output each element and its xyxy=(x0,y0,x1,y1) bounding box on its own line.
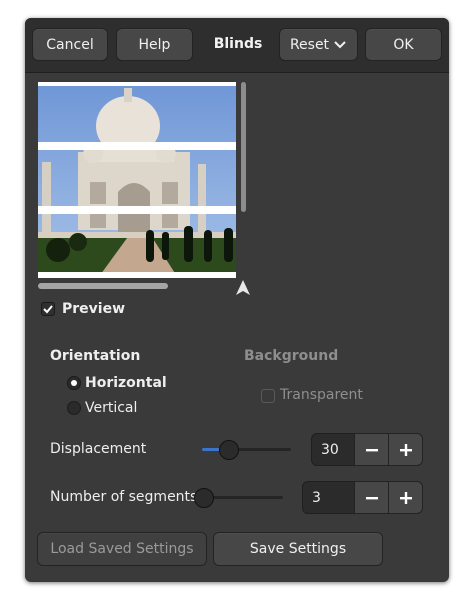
displacement-label: Displacement xyxy=(50,441,147,457)
vertical-label: Vertical xyxy=(85,400,138,416)
blinds-dialog: Cancel Help Blinds Reset OK Preview Orie… xyxy=(25,18,449,582)
displacement-input[interactable]: 30 xyxy=(311,433,355,466)
ok-button[interactable]: OK xyxy=(365,28,442,61)
dialog-header: Cancel Help Blinds Reset OK xyxy=(25,18,449,73)
minus-icon xyxy=(365,448,378,451)
reset-button[interactable]: Reset xyxy=(279,28,358,61)
segments-slider-knob[interactable] xyxy=(194,488,214,508)
help-button[interactable]: Help xyxy=(116,28,193,61)
segments-label: Number of segments xyxy=(50,489,198,505)
displacement-slider[interactable] xyxy=(202,448,291,451)
dialog-title: Blinds xyxy=(213,36,263,52)
plus-icon xyxy=(399,491,412,504)
preview-image[interactable] xyxy=(38,82,236,278)
preview-label: Preview xyxy=(62,301,126,317)
preview-vertical-scrollbar[interactable] xyxy=(241,82,246,212)
checkmark-icon xyxy=(43,305,53,314)
background-heading: Background xyxy=(244,348,339,364)
transparent-checkbox[interactable] xyxy=(261,389,275,403)
vertical-radio[interactable] xyxy=(67,401,81,415)
cancel-button[interactable]: Cancel xyxy=(32,28,108,61)
segments-increment-button[interactable] xyxy=(388,481,423,514)
plus-icon xyxy=(399,443,412,456)
navigate-icon[interactable] xyxy=(234,279,252,297)
transparent-label: Transparent xyxy=(280,387,363,403)
reset-label: Reset xyxy=(289,36,330,53)
segments-decrement-button[interactable] xyxy=(354,481,389,514)
chevron-down-icon xyxy=(334,40,346,48)
horizontal-radio[interactable] xyxy=(67,376,81,390)
segments-input[interactable]: 3 xyxy=(302,481,355,514)
displacement-decrement-button[interactable] xyxy=(354,433,389,466)
preview-horizontal-scrollbar[interactable] xyxy=(38,283,168,289)
minus-icon xyxy=(365,496,378,499)
displacement-increment-button[interactable] xyxy=(388,433,423,466)
load-saved-settings-button[interactable]: Load Saved Settings xyxy=(37,532,207,566)
displacement-slider-knob[interactable] xyxy=(218,440,239,460)
orientation-heading: Orientation xyxy=(50,348,141,364)
horizontal-label: Horizontal xyxy=(85,375,167,391)
taj-mahal-preview-image xyxy=(38,82,236,278)
save-settings-button[interactable]: Save Settings xyxy=(213,532,383,566)
preview-checkbox[interactable] xyxy=(41,302,55,316)
